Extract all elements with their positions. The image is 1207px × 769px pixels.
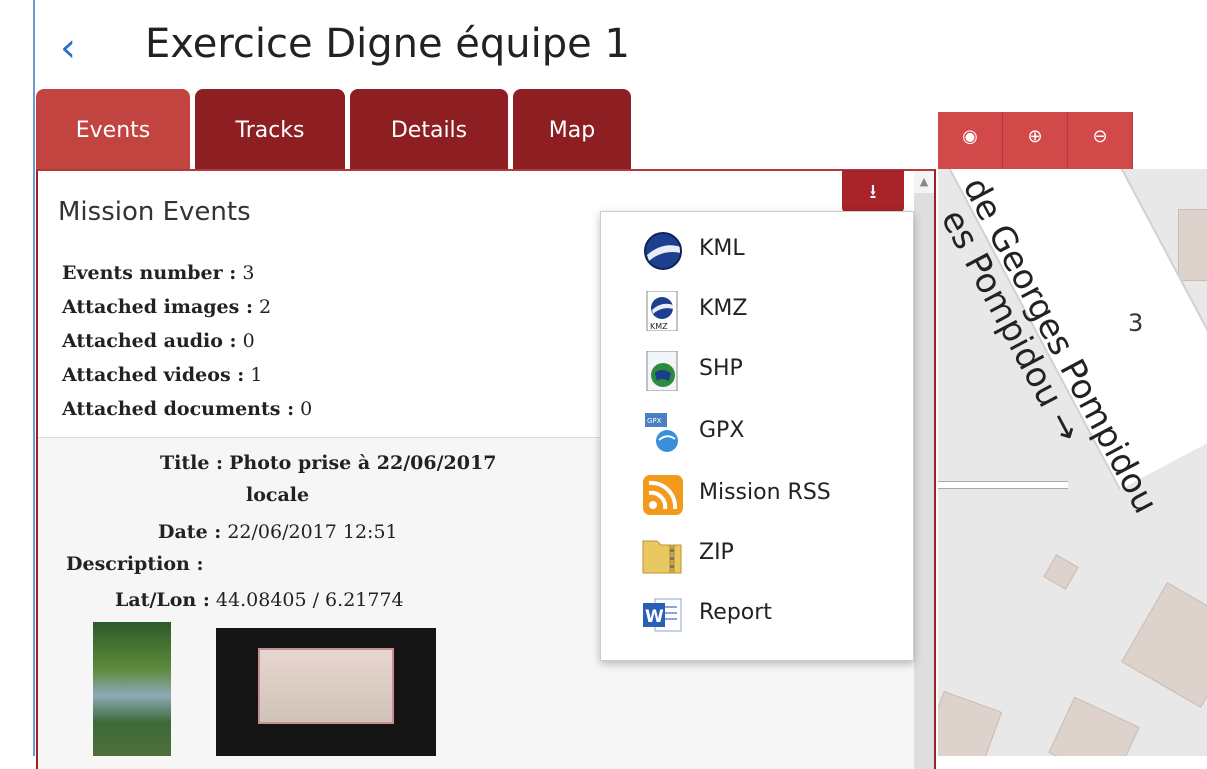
zip-archive-icon [641, 535, 685, 575]
map-marker-number: 3 [1128, 309, 1144, 337]
zoom-in-icon[interactable]: ⊕ [1003, 112, 1068, 170]
page-title: Exercice Digne équipe 1 [145, 21, 630, 67]
stat-events: Events number : 3 [62, 256, 312, 290]
event-title-value-cont: locale [246, 484, 310, 506]
stat-label: Attached videos : [62, 364, 245, 386]
zoom-out-icon[interactable]: ⊖ [1068, 112, 1133, 170]
event-title-label: Title : [160, 452, 224, 474]
map-building [1178, 209, 1207, 281]
menu-item-report[interactable]: W Report [641, 590, 891, 640]
event-date-value: 22/06/2017 12:51 [227, 521, 398, 543]
event-description-label: Description : [66, 553, 204, 575]
menu-item-label: GPX [699, 418, 745, 443]
event-title-row: Title : Photo prise à 22/06/2017 [160, 452, 496, 474]
stat-videos: Attached videos : 1 [62, 358, 312, 392]
menu-item-label: Report [699, 600, 772, 625]
kmz-file-icon: KMZ [641, 290, 685, 332]
export-menu: KML KMZ KMZ SHP GPX GPX Mission RSS ZIP … [600, 211, 914, 661]
menu-item-label: KMZ [699, 296, 748, 321]
menu-item-label: ZIP [699, 540, 734, 565]
event-date-row: Date : 22/06/2017 12:51 [158, 521, 398, 543]
event-description-row: Description : [66, 553, 203, 575]
stat-value: 1 [250, 364, 263, 386]
event-latlon-label: Lat/Lon : [115, 589, 210, 611]
back-icon[interactable]: ‹ [60, 28, 76, 68]
scrollbar[interactable] [914, 171, 934, 769]
stat-label: Attached audio : [62, 330, 237, 352]
map-side-street [938, 481, 1068, 489]
tab-details[interactable]: Details [350, 89, 508, 169]
map-building [1121, 582, 1207, 708]
stat-audio: Attached audio : 0 [62, 324, 312, 358]
tab-events[interactable]: Events [36, 89, 190, 169]
menu-item-label: SHP [699, 356, 743, 381]
stat-value: 2 [259, 296, 272, 318]
map-controls: ◉ ⊕ ⊖ [938, 112, 1134, 170]
rss-icon [641, 475, 685, 515]
mission-stats: Events number : 3 Attached images : 2 At… [62, 256, 312, 426]
svg-text:W: W [645, 607, 664, 627]
menu-item-mission-rss[interactable]: Mission RSS [641, 470, 891, 520]
download-button[interactable]: ⭳ [842, 170, 904, 212]
tab-map[interactable]: Map [513, 89, 631, 169]
stat-value: 0 [300, 398, 313, 420]
svg-text:GPX: GPX [647, 417, 662, 425]
event-latlon-value: 44.08405 / 6.21774 [215, 589, 404, 611]
word-document-icon: W [641, 595, 685, 635]
stat-images: Attached images : 2 [62, 290, 312, 324]
gpx-file-icon: GPX [641, 413, 685, 453]
event-title-value: Photo prise à 22/06/2017 [229, 452, 497, 474]
event-latlon-row: Lat/Lon : 44.08405 / 6.21774 [115, 589, 404, 611]
shp-file-icon [641, 350, 685, 392]
event-video-thumbnail[interactable] [216, 628, 436, 756]
stat-label: Events number : [62, 262, 237, 284]
svg-text:KMZ: KMZ [650, 322, 668, 331]
event-date-label: Date : [158, 521, 222, 543]
tab-tracks[interactable]: Tracks [195, 89, 345, 169]
stat-label: Attached images : [62, 296, 253, 318]
map-building [938, 690, 1003, 756]
event-photo-thumbnail[interactable] [93, 622, 171, 756]
menu-item-shp[interactable]: SHP [641, 346, 891, 396]
google-earth-icon [641, 231, 685, 271]
stat-value: 3 [242, 262, 255, 284]
map-view[interactable]: de Georges Pompidou es Pompidou → 3 [938, 169, 1207, 756]
stat-value: 0 [242, 330, 255, 352]
menu-item-kml[interactable]: KML [641, 226, 891, 276]
menu-item-kmz[interactable]: KMZ KMZ [641, 286, 891, 336]
menu-item-gpx[interactable]: GPX GPX [641, 408, 891, 458]
scroll-up-icon[interactable]: ▲ [914, 171, 934, 193]
globe-icon[interactable]: ◉ [938, 112, 1003, 170]
menu-item-label: Mission RSS [699, 480, 831, 505]
left-border [33, 0, 35, 756]
section-title: Mission Events [58, 197, 251, 227]
map-building [1043, 554, 1079, 590]
menu-item-zip[interactable]: ZIP [641, 530, 891, 580]
stat-label: Attached documents : [62, 398, 295, 420]
stat-documents: Attached documents : 0 [62, 392, 312, 426]
event-title-row-2: locale [246, 484, 309, 506]
map-building [1048, 696, 1140, 756]
menu-item-label: KML [699, 236, 745, 261]
